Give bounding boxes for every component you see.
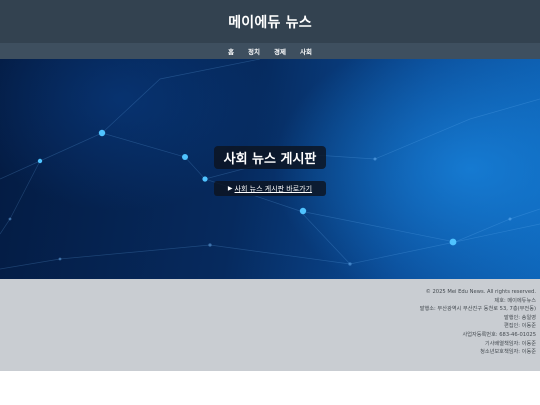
board-shortcut-link[interactable]: ▶ 사회 뉴스 게시판 바로가기 bbox=[214, 181, 326, 196]
site-title[interactable]: 메이에듀 뉴스 bbox=[228, 12, 312, 32]
network-background-graphic bbox=[0, 59, 540, 270]
footer-business-number: 사업자등록번호: 683-46-01025 bbox=[462, 331, 536, 338]
play-icon: ▶ bbox=[227, 185, 233, 192]
hero-banner: 사회 뉴스 게시판 ▶ 사회 뉴스 게시판 바로가기 bbox=[0, 59, 540, 279]
site-header: 메이에듀 뉴스 bbox=[0, 0, 540, 43]
footer-publication-name: 제호: 메이에듀뉴스 bbox=[494, 297, 536, 304]
footer-address: 발행소: 부산광역시 부산진구 동천로 53, 7층(부전동) bbox=[419, 306, 536, 313]
nav-item-home[interactable]: 홈 bbox=[228, 46, 234, 56]
footer-copyright: © 2025 Mei Edu News. All rights reserved… bbox=[425, 289, 536, 295]
footer-article-manager: 기사배열책임자: 이동준 bbox=[484, 340, 536, 347]
footer-youth-protection-officer: 청소년보호책임자: 이동준 bbox=[480, 349, 536, 356]
nav-item-society[interactable]: 사회 bbox=[300, 46, 312, 56]
hero-title: 사회 뉴스 게시판 bbox=[214, 146, 326, 169]
board-shortcut-label: 사회 뉴스 게시판 바로가기 bbox=[234, 184, 313, 193]
main-nav: 홈 정치 경제 사회 bbox=[0, 43, 540, 59]
nav-item-politics[interactable]: 정치 bbox=[248, 46, 260, 56]
site-footer: © 2025 Mei Edu News. All rights reserved… bbox=[0, 279, 540, 371]
footer-editor: 편집인: 이동준 bbox=[503, 323, 536, 330]
footer-publisher: 발행인: 송일영 bbox=[503, 314, 536, 321]
nav-item-economy[interactable]: 경제 bbox=[274, 46, 286, 56]
